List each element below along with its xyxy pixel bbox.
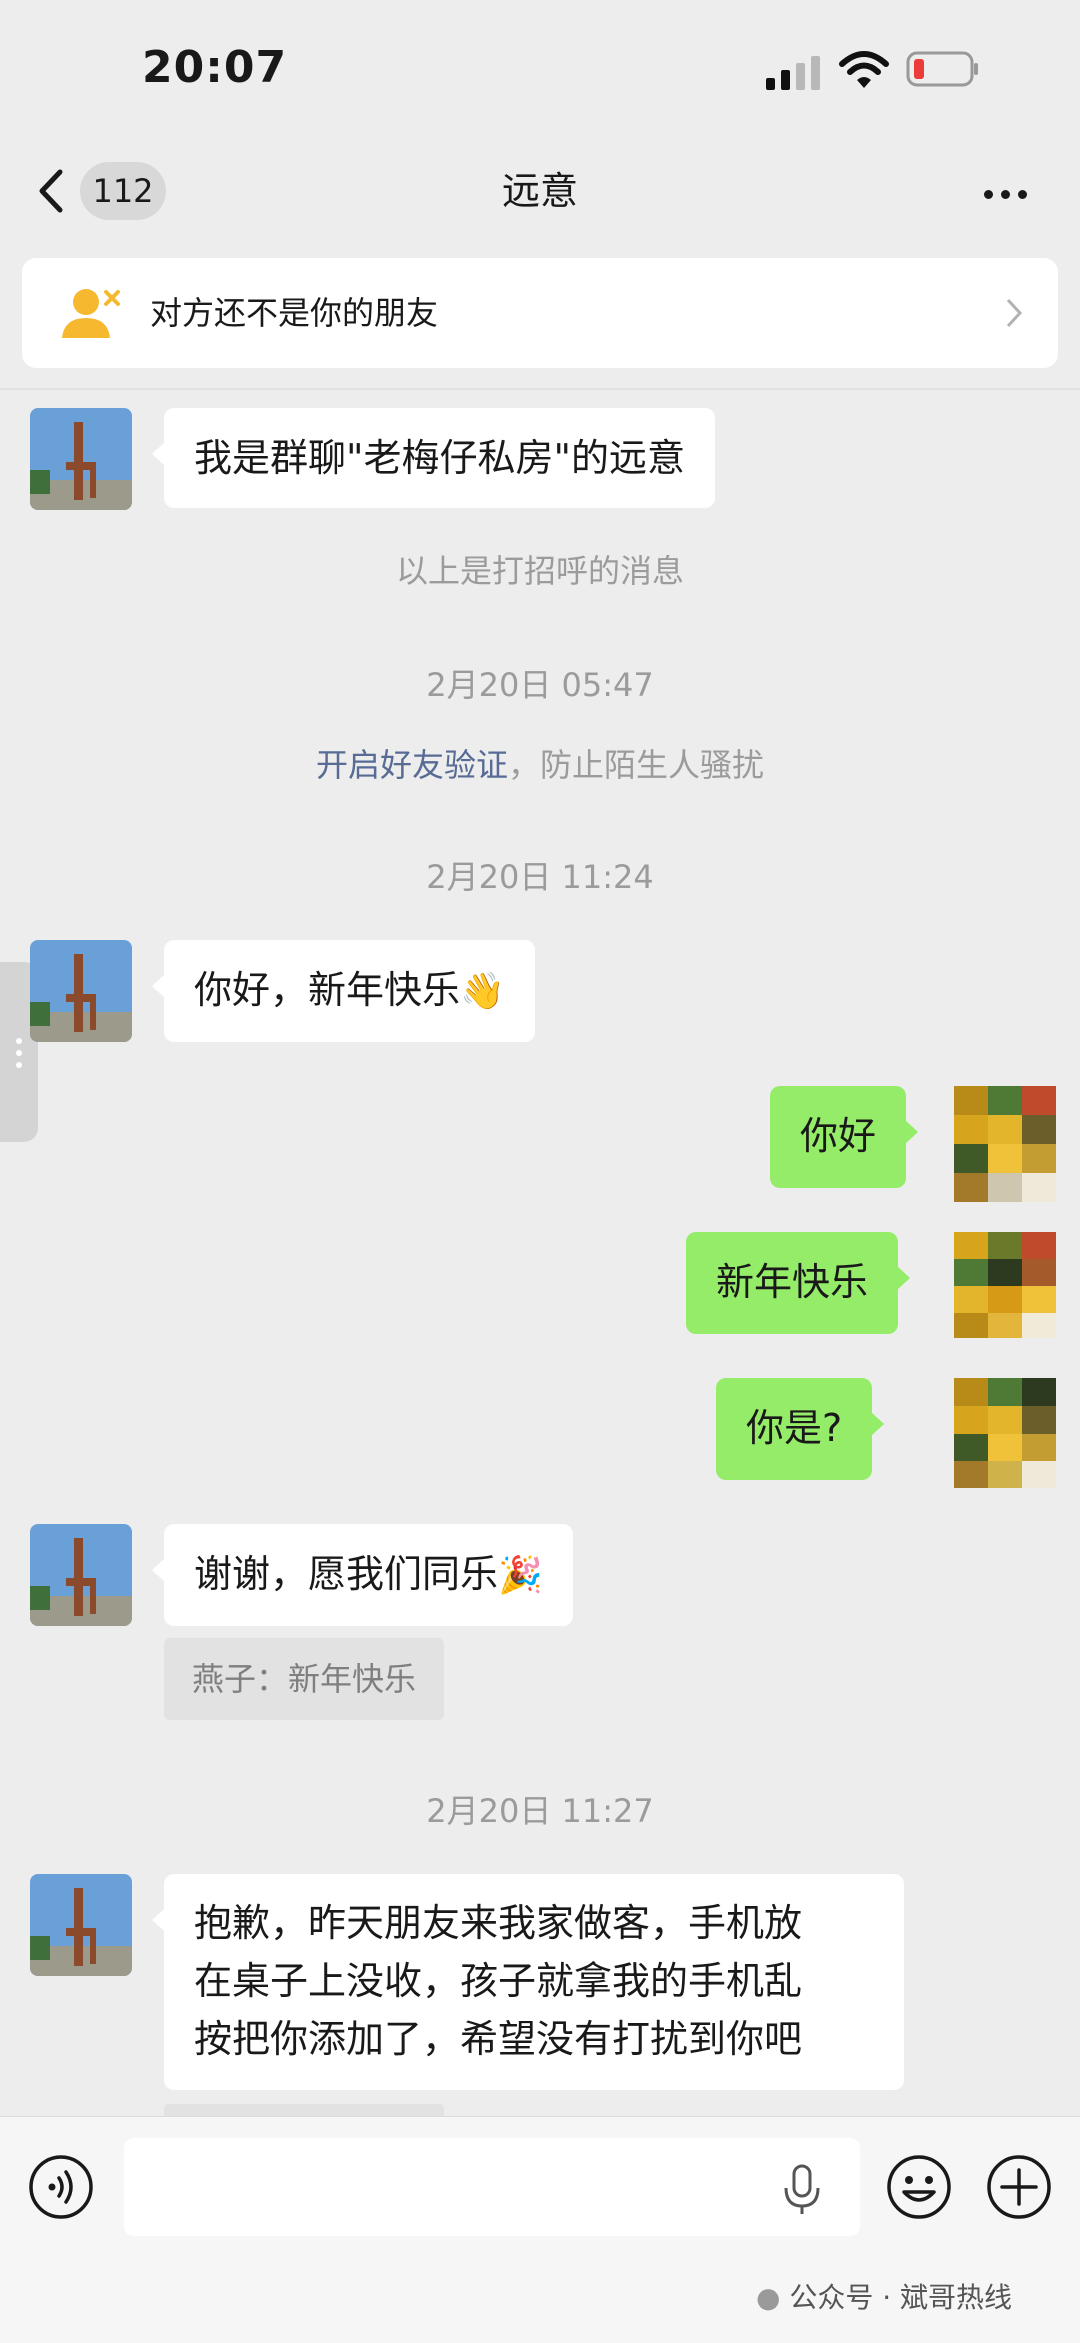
my-message-bubble[interactable]: 你是? bbox=[716, 1378, 885, 1480]
enable-verification-link[interactable]: 开启好友验证 bbox=[316, 746, 508, 784]
status-time: 20:07 bbox=[142, 42, 288, 93]
quoted-message[interactable]: 燕子：新年快乐 bbox=[164, 1638, 445, 1720]
greeting-system-note: 以上是打招呼的消息 bbox=[395, 552, 684, 590]
message-line: 在桌子上没收，孩子就拿我的手机乱 bbox=[194, 1959, 803, 2003]
message-bubble[interactable]: 我是群聊"老梅仔私房"的远意 bbox=[152, 408, 715, 508]
battery-low-icon bbox=[906, 51, 978, 87]
divider bbox=[0, 388, 1080, 390]
signal-icon bbox=[766, 56, 822, 90]
my-avatar-pixelated[interactable] bbox=[954, 1232, 1056, 1338]
message-bubble[interactable]: 你好，新年快乐👋 bbox=[152, 940, 535, 1042]
message-line: 按把你添加了，希望没有打扰到你吧 bbox=[194, 2017, 803, 2061]
wave-emoji-icon: 👋 bbox=[460, 971, 505, 1012]
not-friend-banner[interactable]: 对方还不是你的朋友 bbox=[22, 258, 1058, 368]
voice-icon[interactable] bbox=[28, 2154, 94, 2220]
party-popper-emoji-icon: 🎉 bbox=[498, 1555, 543, 1596]
message-bubble[interactable]: 抱歉，昨天朋友来我家做客，手机放 在桌子上没收，孩子就拿我的手机乱 按把你添加了… bbox=[152, 1874, 904, 2090]
message-text: 你好，新年快乐 bbox=[194, 968, 461, 1012]
user-x-icon bbox=[62, 289, 120, 338]
wechat-logo-icon: ● bbox=[756, 2281, 781, 2314]
my-avatar-pixelated[interactable] bbox=[954, 1086, 1056, 1202]
contact-avatar[interactable] bbox=[30, 1874, 132, 1976]
message-input[interactable] bbox=[124, 2138, 860, 2236]
watermark: ● 公众号 · 斌哥热线 bbox=[756, 2276, 1012, 2316]
timestamp: 2月20日 11:27 bbox=[426, 1792, 654, 1830]
not-friend-text: 对方还不是你的朋友 bbox=[150, 294, 439, 332]
contact-avatar[interactable] bbox=[30, 1524, 132, 1626]
quoted-message-partial bbox=[164, 2104, 444, 2116]
my-avatar-pixelated[interactable] bbox=[954, 1378, 1056, 1488]
verify-notice: 开启好友验证，防止陌生人骚扰 bbox=[0, 740, 1080, 786]
verify-notice-text: ，防止陌生人骚扰 bbox=[508, 746, 765, 784]
my-message-bubble[interactable]: 新年快乐 bbox=[686, 1232, 911, 1334]
emoji-icon[interactable] bbox=[886, 2154, 952, 2220]
more-options-icon[interactable] bbox=[984, 184, 1035, 203]
chevron-right-icon bbox=[1006, 298, 1023, 328]
message-text: 谢谢，愿我们同乐 bbox=[194, 1552, 499, 1596]
wifi-icon bbox=[839, 51, 889, 88]
chat-title: 远意 bbox=[501, 169, 578, 213]
mic-icon[interactable] bbox=[780, 2162, 824, 2218]
contact-avatar[interactable] bbox=[30, 408, 132, 510]
message-line: 抱歉，昨天朋友来我家做客，手机放 bbox=[194, 1901, 803, 1945]
message-bubble[interactable]: 谢谢，愿我们同乐🎉 bbox=[152, 1524, 573, 1626]
watermark-text: 公众号 · 斌哥热线 bbox=[789, 2281, 1013, 2314]
timestamp: 2月20日 11:24 bbox=[426, 858, 654, 896]
contact-avatar[interactable] bbox=[30, 940, 132, 1042]
my-message-bubble[interactable]: 你好 bbox=[770, 1086, 919, 1188]
timestamp: 2月20日 05:47 bbox=[426, 666, 654, 704]
plus-icon[interactable] bbox=[986, 2154, 1052, 2220]
